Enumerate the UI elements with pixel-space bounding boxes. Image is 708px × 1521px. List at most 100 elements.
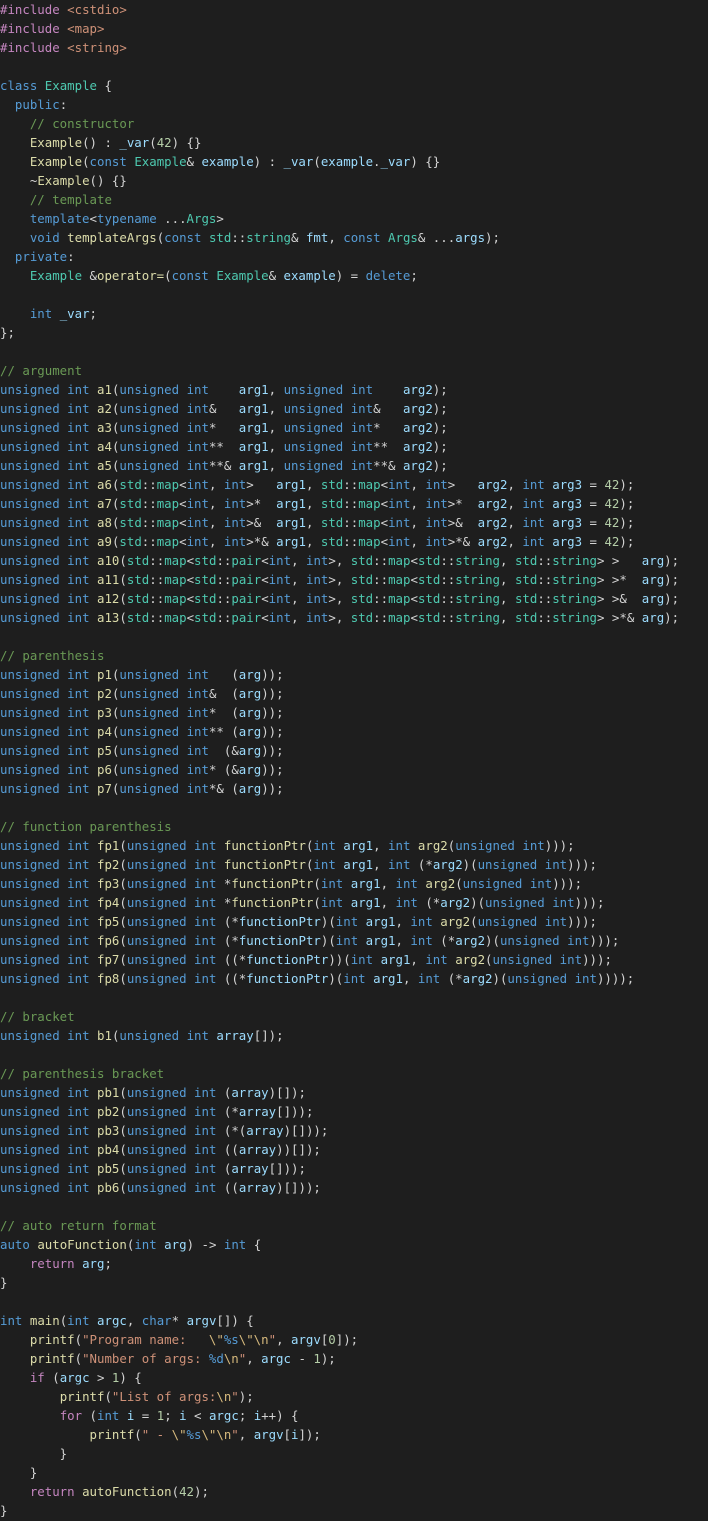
identifier-token: arg (238, 705, 262, 720)
keyword-token: int (186, 686, 209, 701)
code-line[interactable]: unsigned int pb3(unsigned int (*(array)[… (0, 1121, 708, 1140)
code-line[interactable]: unsigned int p1(unsigned int (arg)); (0, 665, 708, 684)
code-line[interactable]: // parenthesis (0, 646, 708, 665)
code-line[interactable]: for (int i = 1; i < argc; i++) { (0, 1406, 708, 1425)
punctuation-token: )( (470, 895, 486, 910)
punctuation-token: ( (134, 1427, 142, 1442)
code-line[interactable]: // argument (0, 361, 708, 380)
code-line[interactable]: unsigned int p4(unsigned int** (arg)); (0, 722, 708, 741)
code-line[interactable]: unsigned int p7(unsigned int*& (arg)); (0, 779, 708, 798)
code-line[interactable]: unsigned int a7(std::map<int, int>* arg1… (0, 494, 708, 513)
code-line[interactable]: unsigned int pb1(unsigned int (array)[])… (0, 1083, 708, 1102)
code-line[interactable] (0, 798, 708, 817)
code-line[interactable]: unsigned int a9(std::map<int, int>*& arg… (0, 532, 708, 551)
code-line[interactable]: private: (0, 247, 708, 266)
code-line[interactable]: unsigned int a8(std::map<int, int>& arg1… (0, 513, 708, 532)
code-line[interactable]: unsigned int p5(unsigned int (&arg)); (0, 741, 708, 760)
code-line[interactable]: unsigned int fp7(unsigned int ((*functio… (0, 950, 708, 969)
code-line[interactable]: } (0, 1501, 708, 1520)
code-line[interactable]: unsigned int a1(unsigned int arg1, unsig… (0, 380, 708, 399)
code-line[interactable] (0, 1292, 708, 1311)
code-line[interactable]: printf("Number of args: %d\n", argc - 1)… (0, 1349, 708, 1368)
punctuation-token: :: (440, 572, 456, 587)
code-line[interactable]: void templateArgs(const std::string& fmt… (0, 228, 708, 247)
type-token: map (358, 477, 381, 492)
code-line[interactable]: unsigned int fp6(unsigned int (*function… (0, 931, 708, 950)
code-line[interactable]: unsigned int a4(unsigned int** arg1, uns… (0, 437, 708, 456)
code-line[interactable]: unsigned int fp8(unsigned int ((*functio… (0, 969, 708, 988)
code-line[interactable]: int main(int argc, char* argv[]) { (0, 1311, 708, 1330)
code-line[interactable] (0, 627, 708, 646)
code-line[interactable]: Example(const Example& example) : _var(e… (0, 152, 708, 171)
code-line[interactable]: auto autoFunction(int arg) -> int { (0, 1235, 708, 1254)
code-line[interactable]: Example() : _var(42) {} (0, 133, 708, 152)
code-line[interactable]: return arg; (0, 1254, 708, 1273)
code-line[interactable]: // bracket (0, 1007, 708, 1026)
code-line[interactable]: unsigned int p6(unsigned int* (&arg)); (0, 760, 708, 779)
code-line[interactable]: unsigned int fp2(unsigned int functionPt… (0, 855, 708, 874)
code-line[interactable]: // auto return format (0, 1216, 708, 1235)
code-line[interactable] (0, 285, 708, 304)
code-line[interactable]: unsigned int fp5(unsigned int (*function… (0, 912, 708, 931)
code-line[interactable]: return autoFunction(42); (0, 1482, 708, 1501)
keyword-token: unsigned (126, 1085, 187, 1100)
code-line[interactable]: unsigned int a13(std::map<std::pair<int,… (0, 608, 708, 627)
keyword-token: unsigned (126, 952, 187, 967)
code-line[interactable]: Example &operator=(const Example& exampl… (0, 266, 708, 285)
code-line[interactable]: unsigned int p2(unsigned int& (arg)); (0, 684, 708, 703)
code-line[interactable]: unsigned int a6(std::map<int, int> arg1,… (0, 475, 708, 494)
code-line[interactable]: #include <string> (0, 38, 708, 57)
function-name-token: a9 (97, 534, 112, 549)
code-line[interactable]: unsigned int a12(std::map<std::pair<int,… (0, 589, 708, 608)
code-line[interactable] (0, 1045, 708, 1064)
code-line[interactable]: }; (0, 323, 708, 342)
code-line[interactable]: } (0, 1273, 708, 1292)
keyword-token: int (67, 496, 90, 511)
code-line[interactable]: printf("List of args:\n"); (0, 1387, 708, 1406)
code-line[interactable]: unsigned int a3(unsigned int* arg1, unsi… (0, 418, 708, 437)
code-line[interactable]: unsigned int fp1(unsigned int functionPt… (0, 836, 708, 855)
code-line[interactable]: #include <cstdio> (0, 0, 708, 19)
code-line[interactable]: unsigned int a2(unsigned int& arg1, unsi… (0, 399, 708, 418)
code-line[interactable]: template<typename ...Args> (0, 209, 708, 228)
code-line[interactable]: unsigned int b1(unsigned int array[]); (0, 1026, 708, 1045)
code-line[interactable]: unsigned int fp4(unsigned int *functionP… (0, 893, 708, 912)
code-line[interactable] (0, 57, 708, 76)
code-line[interactable]: class Example { (0, 76, 708, 95)
code-line[interactable]: unsigned int pb2(unsigned int (*array[])… (0, 1102, 708, 1121)
punctuation-token: :: (537, 591, 553, 606)
code-line[interactable]: ~Example() {} (0, 171, 708, 190)
code-line[interactable]: // function parenthesis (0, 817, 708, 836)
punctuation-token: >, (328, 572, 351, 587)
keyword-token: template (29, 211, 90, 226)
number-token: 42 (156, 135, 172, 150)
code-line[interactable]: unsigned int fp3(unsigned int *functionP… (0, 874, 708, 893)
code-line[interactable]: } (0, 1463, 708, 1482)
punctuation-token: , (126, 1313, 142, 1328)
code-line[interactable]: unsigned int p3(unsigned int* (arg)); (0, 703, 708, 722)
code-line[interactable]: unsigned int a5(unsigned int**& arg1, un… (0, 456, 708, 475)
code-line[interactable]: // constructor (0, 114, 708, 133)
code-line[interactable]: unsigned int pb4(unsigned int ((array))[… (0, 1140, 708, 1159)
code-line[interactable]: int _var; (0, 304, 708, 323)
code-line[interactable]: } (0, 1444, 708, 1463)
code-line[interactable] (0, 342, 708, 361)
code-line[interactable] (0, 1197, 708, 1216)
punctuation-token (179, 781, 186, 796)
code-line[interactable] (0, 988, 708, 1007)
keyword-token: int (67, 591, 90, 606)
code-line[interactable]: unsigned int a10(std::map<std::pair<int,… (0, 551, 708, 570)
code-line[interactable]: unsigned int pb5(unsigned int (array[]))… (0, 1159, 708, 1178)
code-line[interactable]: unsigned int pb6(unsigned int ((array)[]… (0, 1178, 708, 1197)
code-editor[interactable]: #include <cstdio> #include <map> #include … (0, 0, 708, 1521)
code-line[interactable]: printf("Program name: \"%s\"\n", argv[0]… (0, 1330, 708, 1349)
code-line[interactable]: public: (0, 95, 708, 114)
number-token: 42 (604, 477, 620, 492)
code-line[interactable]: // parenthesis bracket (0, 1064, 708, 1083)
code-line[interactable]: // template (0, 190, 708, 209)
code-line[interactable]: if (argc > 1) { (0, 1368, 708, 1387)
code-line[interactable]: #include <map> (0, 19, 708, 38)
keyword-token: unsigned (119, 1028, 180, 1043)
code-line[interactable]: printf(" - \"%s\"\n", argv[i]); (0, 1425, 708, 1444)
code-line[interactable]: unsigned int a11(std::map<std::pair<int,… (0, 570, 708, 589)
